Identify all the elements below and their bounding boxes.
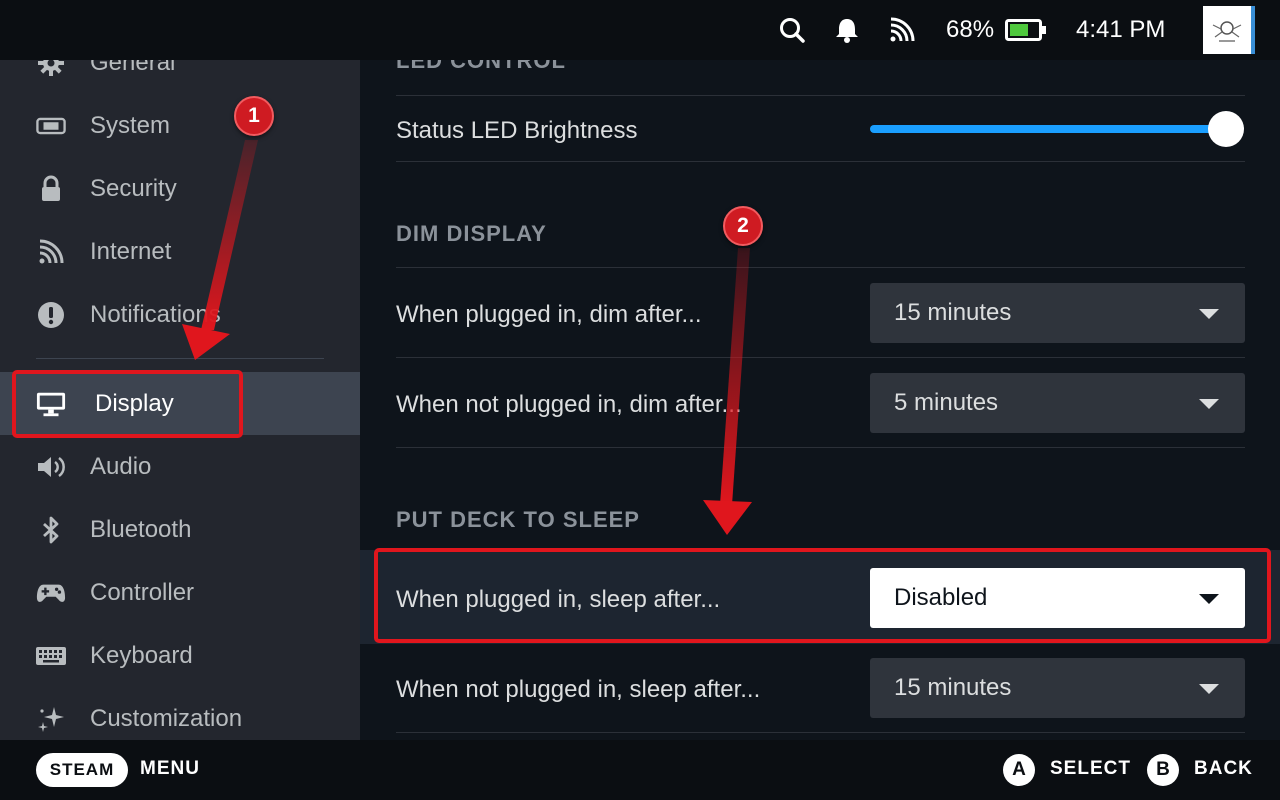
divider	[396, 357, 1245, 358]
dropdown-value: 15 minutes	[894, 299, 1012, 326]
bluetooth-icon	[36, 515, 66, 545]
divider	[396, 267, 1245, 268]
sidebar-item-label: General	[90, 60, 176, 76]
clock: 4:41 PM	[1076, 16, 1166, 43]
slider-knob[interactable]	[1208, 111, 1244, 147]
sleep-unplugged-label: When not plugged in, sleep after...	[396, 676, 761, 703]
section-heading-sleep: PUT DECK TO SLEEP	[396, 507, 640, 532]
sidebar-item-label: Bluetooth	[90, 515, 192, 543]
lock-icon	[36, 174, 66, 204]
sleep-unplugged-dropdown[interactable]: 15 minutes	[870, 658, 1245, 718]
annotation-highlight-display	[12, 370, 243, 438]
steam-button[interactable]: STEAM	[36, 753, 128, 787]
sidebar-item-audio[interactable]: Audio	[0, 435, 360, 498]
sidebar-item-bluetooth[interactable]: Bluetooth	[0, 498, 360, 561]
speaker-icon	[36, 452, 66, 482]
annotation-badge-2: 2	[723, 206, 763, 246]
sidebar-item-label: Customization	[90, 704, 243, 732]
gear-icon	[36, 60, 66, 78]
sidebar-divider	[36, 358, 324, 359]
sidebar-item-label: Keyboard	[90, 641, 193, 669]
divider	[396, 447, 1245, 448]
wifi-icon	[36, 237, 66, 267]
status-bar: 68% 4:41 PM	[0, 0, 1280, 60]
battery-percent: 68%	[946, 16, 995, 43]
dim-plugged-label: When plugged in, dim after...	[396, 301, 702, 328]
system-icon	[36, 111, 66, 141]
sidebar-item-label: Audio	[90, 452, 152, 480]
dim-plugged-dropdown[interactable]: 15 minutes	[870, 283, 1245, 343]
sidebar-item-keyboard[interactable]: Keyboard	[0, 624, 360, 687]
a-button-icon[interactable]: A	[1003, 754, 1035, 786]
chevron-down-icon	[1199, 399, 1219, 409]
divider	[396, 161, 1245, 162]
alert-icon	[36, 300, 66, 330]
chevron-down-icon	[1199, 684, 1219, 694]
avatar[interactable]	[1203, 6, 1255, 54]
dropdown-value: 5 minutes	[894, 389, 999, 416]
chevron-down-icon	[1199, 309, 1219, 319]
sidebar-item-label: Internet	[90, 237, 172, 265]
dropdown-value: 15 minutes	[894, 674, 1012, 701]
sidebar-item-controller[interactable]: Controller	[0, 561, 360, 624]
sidebar-item-label: Security	[90, 174, 177, 202]
dim-unplugged-label: When not plugged in, dim after...	[396, 391, 742, 418]
search-icon[interactable]	[778, 0, 806, 60]
section-heading-led-control: LED CONTROL	[396, 60, 566, 73]
wifi-icon	[889, 0, 915, 60]
sidebar-item-label: System	[90, 111, 171, 139]
annotation-highlight-sleep-row	[374, 548, 1271, 643]
section-heading-dim-display: DIM DISPLAY	[396, 221, 547, 246]
sidebar-item-notifications[interactable]: Notifications	[0, 283, 360, 346]
battery-icon	[1005, 0, 1047, 60]
keyboard-icon	[36, 641, 66, 671]
menu-label: MENU	[140, 758, 200, 779]
sidebar-item-customization[interactable]: Customization	[0, 687, 360, 740]
annotation-badge-1: 1	[234, 96, 274, 136]
sidebar-item-internet[interactable]: Internet	[0, 220, 360, 283]
dim-unplugged-dropdown[interactable]: 5 minutes	[870, 373, 1245, 433]
b-button-icon[interactable]: B	[1147, 754, 1179, 786]
sidebar-item-system[interactable]: System	[0, 94, 360, 157]
sidebar-item-general[interactable]: General	[0, 60, 360, 94]
status-led-brightness-slider[interactable]	[870, 125, 1226, 133]
sidebar-item-security[interactable]: Security	[0, 157, 360, 220]
divider	[396, 732, 1245, 733]
bell-icon[interactable]	[834, 0, 860, 60]
sidebar-item-label: Notifications	[90, 300, 221, 328]
bottom-bar: STEAM MENU A SELECT B BACK	[0, 740, 1280, 800]
select-label: SELECT	[1050, 758, 1131, 779]
sidebar-item-label: Controller	[90, 578, 195, 606]
divider	[396, 95, 1245, 96]
status-led-brightness-label: Status LED Brightness	[396, 117, 638, 144]
gamepad-icon	[36, 578, 66, 608]
sparkle-icon	[36, 704, 66, 734]
back-label: BACK	[1194, 758, 1253, 779]
